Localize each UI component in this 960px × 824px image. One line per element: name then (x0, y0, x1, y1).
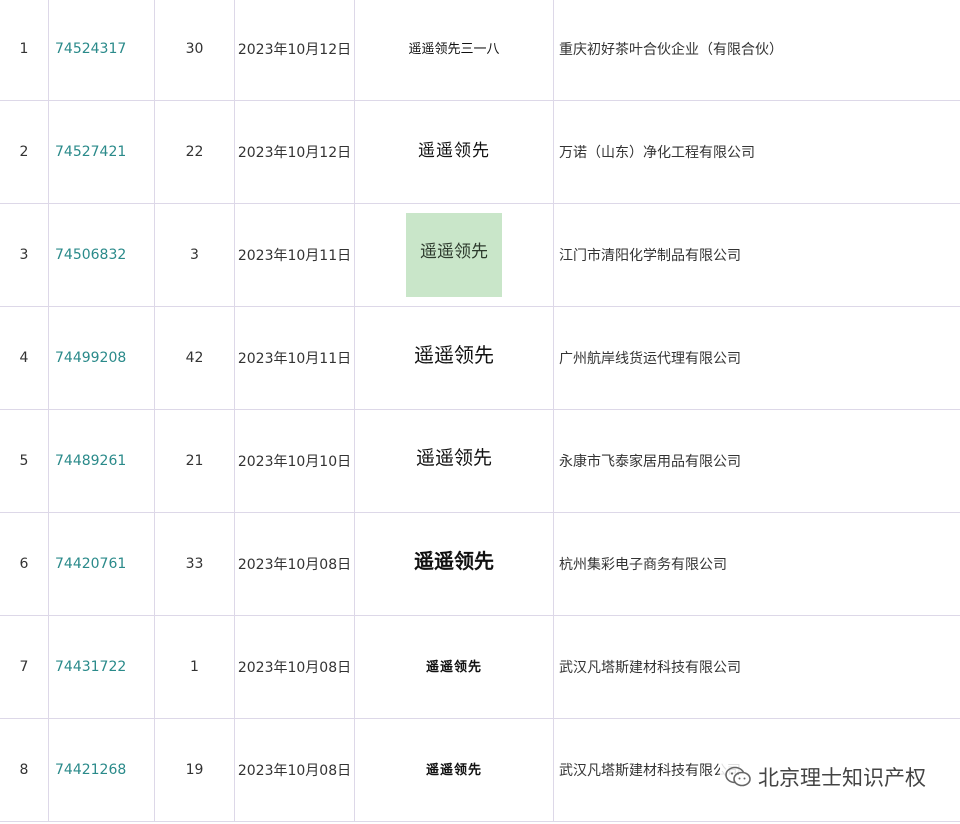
registration-number-link[interactable]: 74431722 (55, 659, 126, 675)
applicant-name: 广州航岸线货运代理有限公司 (553, 306, 960, 410)
row-number: 5 (0, 409, 49, 513)
applicant-name: 重庆初好茶叶合伙企业（有限合伙） (553, 0, 960, 101)
application-date: 2023年10月12日 (234, 0, 355, 101)
application-date: 2023年10月11日 (234, 306, 355, 410)
trademark-image: 遥遥领先 (425, 763, 482, 778)
class-cell: 21 (154, 409, 235, 513)
row-number: 1 (0, 0, 49, 101)
table-row: 4 74499208 42 2023年10月11日 遥遥领先 广州航岸线货运代理… (0, 306, 960, 410)
applicant-name: 杭州集彩电子商务有限公司 (553, 512, 960, 616)
trademark-image: 遥遥领先 (425, 660, 482, 675)
applicant-name: 江门市清阳化学制品有限公司 (553, 203, 960, 307)
table-row: 3 74506832 3 2023年10月11日 遥遥领先 江门市清阳化学制品有… (0, 203, 960, 307)
registration-number-link[interactable]: 74499208 (55, 350, 126, 366)
row-number: 6 (0, 512, 49, 616)
registration-number-link[interactable]: 74489261 (55, 453, 126, 469)
row-number: 3 (0, 203, 49, 307)
class-cell: 1 (154, 615, 235, 719)
trademark-image: 遥遥领先 (406, 213, 502, 297)
row-number: 2 (0, 100, 49, 204)
trademark-image: 遥遥领先三一八 (408, 42, 500, 57)
application-date: 2023年10月10日 (234, 409, 355, 513)
row-number: 4 (0, 306, 49, 410)
row-number: 8 (0, 718, 49, 822)
trademark-image: 遥遥领先 (418, 140, 490, 161)
class-cell: 3 (154, 203, 235, 307)
application-date: 2023年10月12日 (234, 100, 355, 204)
row-number: 7 (0, 615, 49, 719)
table-row: 5 74489261 21 2023年10月10日 遥遥领先 永康市飞泰家居用品… (0, 409, 960, 513)
table-row: 6 74420761 33 2023年10月08日 遥遥领先 杭州集彩电子商务有… (0, 512, 960, 616)
registration-number-link[interactable]: 74506832 (55, 247, 126, 263)
applicant-name: 武汉凡塔斯建材科技有限公司 (553, 615, 960, 719)
table-row: 2 74527421 22 2023年10月12日 遥遥领先 万诺（山东）净化工… (0, 100, 960, 204)
application-date: 2023年10月08日 (234, 615, 355, 719)
class-cell: 22 (154, 100, 235, 204)
applicant-name: 永康市飞泰家居用品有限公司 (553, 409, 960, 513)
table-row: 1 74524317 30 2023年10月12日 遥遥领先三一八 重庆初好茶叶… (0, 0, 960, 101)
class-cell: 19 (154, 718, 235, 822)
trademark-image: 遥遥领先 (414, 342, 494, 367)
application-date: 2023年10月08日 (234, 512, 355, 616)
table-row: 7 74431722 1 2023年10月08日 遥遥领先 武汉凡塔斯建材科技有… (0, 615, 960, 719)
trademark-table: 1 74524317 30 2023年10月12日 遥遥领先三一八 重庆初好茶叶… (0, 0, 960, 822)
registration-number-link[interactable]: 74524317 (55, 41, 126, 57)
applicant-name: 万诺（山东）净化工程有限公司 (553, 100, 960, 204)
wechat-icon (725, 766, 751, 787)
class-cell: 30 (154, 0, 235, 101)
registration-number-link[interactable]: 74527421 (55, 144, 126, 160)
registration-number-link[interactable]: 74420761 (55, 556, 126, 572)
trademark-image: 遥遥领先 (415, 447, 492, 469)
application-date: 2023年10月11日 (234, 203, 355, 307)
registration-number-link[interactable]: 74421268 (55, 762, 126, 778)
application-date: 2023年10月08日 (234, 718, 355, 822)
source-watermark: 北京理士知识产权 (720, 760, 930, 794)
class-cell: 33 (154, 512, 235, 616)
watermark-text: 北京理士知识产权 (758, 766, 926, 790)
class-cell: 42 (154, 306, 235, 410)
trademark-image: 遥遥领先 (414, 548, 494, 573)
